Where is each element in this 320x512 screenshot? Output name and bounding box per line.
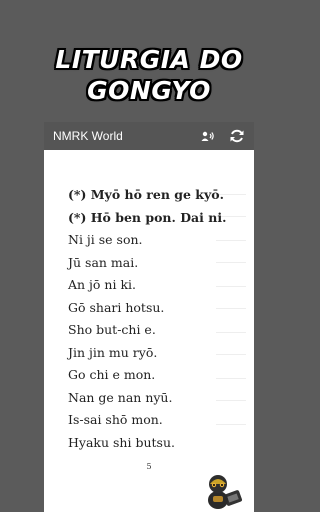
mascot-icon <box>208 475 243 509</box>
liturgy-line: Sho but-chi e. <box>68 322 156 337</box>
liturgy-text: (*) Myō hō ren ge kyō. (*) Hō ben pon. D… <box>68 186 226 456</box>
liturgy-line: Ni ji se son. <box>68 232 143 247</box>
liturgy-line: Gō shari hotsu. <box>68 299 165 315</box>
liturgy-line: Nan ge nan nyū. <box>68 389 173 405</box>
liturgy-line: (*) Hō ben pon. Dai ni. <box>68 209 227 225</box>
promo-banner: LITURGIA DO GONGYO <box>0 44 298 106</box>
liturgy-line: Jū san mai. <box>68 254 139 270</box>
app-bar: NMRK World <box>44 122 254 150</box>
liturgy-line: Hyaku shi butsu. <box>68 434 175 450</box>
phone-screen: NMRK World (*) Myō hō ren ge kyō. (*) Hō… <box>44 122 254 512</box>
liturgy-line: Jin jin mu ryō. <box>68 344 158 360</box>
scripture-page[interactable]: (*) Myō hō ren ge kyō. (*) Hō ben pon. D… <box>44 150 254 512</box>
refresh-icon[interactable] <box>229 128 245 144</box>
banner-title-line2: GONGYO <box>87 76 211 105</box>
banner-title-line1: LITURGIA DO <box>55 45 243 74</box>
liturgy-line: Go chi e mon. <box>68 367 156 382</box>
liturgy-line: Is-sai shō mon. <box>68 412 163 427</box>
liturgy-line: (*) Myō hō ren ge kyō. <box>68 187 224 202</box>
audio-person-icon[interactable] <box>201 131 215 142</box>
liturgy-line: An jō ni ki. <box>68 277 136 292</box>
app-title: NMRK World <box>53 129 123 143</box>
